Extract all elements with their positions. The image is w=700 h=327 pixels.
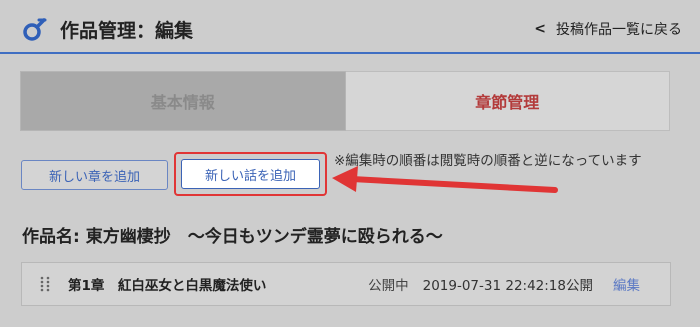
tab-chapter-management[interactable]: 章節管理 <box>345 71 670 131</box>
add-story-button[interactable]: 新しい話を追加 <box>181 159 320 189</box>
logo-icon <box>23 18 47 41</box>
back-to-list-link[interactable]: < 投稿作品一覧に戻る <box>534 19 682 39</box>
chapter-name: 第1章 紅白巫女と白黒魔法使い <box>68 278 267 294</box>
publish-timestamp: 2019-07-31 22:42:18公開 <box>422 278 593 294</box>
tab-basic-info[interactable]: 基本情報 <box>20 71 346 131</box>
annotation-arrow <box>332 166 558 193</box>
tab-bar: 基本情報 章節管理 <box>20 71 670 131</box>
work-title: 作品名: 東方幽棲抄 ～今日もツンデ霊夢に殴られる～ <box>22 227 443 247</box>
chapter-row[interactable]: 第1章 紅白巫女と白黒魔法使い 公開中 2019-07-31 22:42:18公… <box>21 262 671 306</box>
drag-handle-icon[interactable] <box>22 276 68 292</box>
edit-link[interactable]: 編集 <box>613 274 640 294</box>
page-title: 作品管理：編集 <box>60 20 194 42</box>
add-chapter-button[interactable]: 新しい章を追加 <box>21 160 168 190</box>
chevron-left-icon: < <box>534 21 546 37</box>
highlight-box: 新しい話を追加 <box>174 152 327 196</box>
back-link-label: 投稿作品一覧に戻る <box>556 22 682 38</box>
page: 作品管理：編集 < 投稿作品一覧に戻る 基本情報 章節管理 新しい章を追加 新し… <box>0 0 700 327</box>
page-header: 作品管理：編集 < 投稿作品一覧に戻る <box>0 0 700 54</box>
status-badge: 公開中 <box>368 278 409 294</box>
